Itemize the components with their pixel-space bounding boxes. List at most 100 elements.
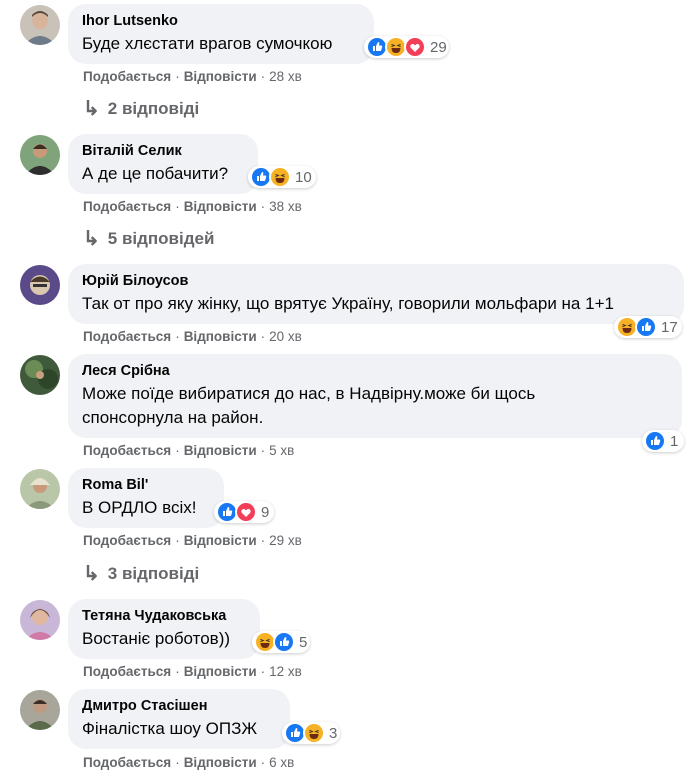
avatar[interactable]	[20, 135, 60, 175]
haha-reaction-icon	[303, 722, 325, 744]
comment-author[interactable]: Леся Срібна	[82, 362, 668, 380]
timestamp[interactable]: 6 хв	[269, 755, 294, 770]
separator: ·	[260, 755, 266, 770]
like-link[interactable]: Подобається	[83, 69, 171, 84]
reactions-summary[interactable]: 10	[248, 166, 316, 188]
love-reaction-icon	[235, 501, 257, 523]
reply-link[interactable]: Відповісти	[184, 755, 257, 770]
comment-actions: Подобається · Відповісти · 28 хв	[83, 69, 302, 84]
reactions-summary[interactable]: 1	[642, 430, 684, 452]
like-link[interactable]: Подобається	[83, 533, 171, 548]
view-replies-link[interactable]: ↳ 2 відповіді	[83, 96, 199, 121]
comment-actions: Подобається · Відповісти · 38 хв	[83, 199, 302, 214]
comment-bubble: Дмитро Стасішен Фіналістка шоу ОПЗЖ	[68, 689, 290, 749]
reply-link[interactable]: Відповісти	[184, 329, 257, 344]
timestamp[interactable]: 5 хв	[269, 443, 294, 458]
like-link[interactable]: Подобається	[83, 664, 171, 679]
view-replies-link[interactable]: ↳ 5 відповідей	[83, 226, 214, 251]
separator: ·	[260, 329, 266, 344]
separator: ·	[175, 329, 180, 344]
avatar[interactable]	[20, 265, 60, 305]
haha-reaction-icon	[269, 166, 291, 188]
comment-actions: Подобається · Відповісти · 12 хв	[83, 664, 302, 679]
comment-author[interactable]: Дмитро Стасішен	[82, 697, 276, 715]
comment-author[interactable]: Тетяна Чудаковська	[82, 607, 246, 625]
comment-text: спонсорнула на район.	[82, 408, 264, 427]
avatar[interactable]	[20, 355, 60, 395]
comment-text: Так от про яку жінку, що врятує Україну,…	[82, 294, 614, 313]
like-reaction-icon	[273, 631, 295, 653]
reply-link[interactable]: Відповісти	[184, 199, 257, 214]
comment-actions: Подобається · Відповісти · 6 хв	[83, 755, 294, 770]
comment-text: Може поїде вибиратися до нас, в Надвірну…	[82, 384, 536, 403]
timestamp[interactable]: 12 хв	[269, 664, 302, 679]
reply-arrow-icon: ↳	[83, 98, 100, 120]
reaction-count: 10	[295, 168, 312, 186]
reactions-summary[interactable]: 9	[214, 501, 274, 523]
separator: ·	[260, 533, 266, 548]
comment-text: В ОРДЛО всіх!	[82, 498, 197, 517]
comment-actions: Подобається · Відповісти · 5 хв	[83, 443, 294, 458]
reaction-count: 29	[430, 38, 447, 56]
comment-author[interactable]: Юрій Білоусов	[82, 272, 670, 290]
reply-link[interactable]: Відповісти	[184, 533, 257, 548]
like-reaction-icon	[644, 430, 666, 452]
reactions-summary[interactable]: 29	[364, 36, 449, 58]
comment-text: Востаніє роботов))	[82, 629, 231, 648]
comment-bubble: Тетяна Чудаковська Востаніє роботов))	[68, 599, 260, 659]
separator: ·	[260, 443, 266, 458]
timestamp[interactable]: 20 хв	[269, 329, 302, 344]
avatar[interactable]	[20, 5, 60, 45]
avatar[interactable]	[20, 469, 60, 509]
comment-author[interactable]: Віталій Селик	[82, 142, 244, 160]
separator: ·	[175, 755, 180, 770]
reply-arrow-icon: ↳	[83, 228, 100, 250]
reactions-summary[interactable]: 3	[282, 722, 340, 744]
comment-bubble: Roma Bil' В ОРДЛО всіх!	[68, 468, 224, 528]
separator: ·	[175, 199, 180, 214]
view-replies-link[interactable]: ↳ 3 відповіді	[83, 561, 199, 586]
replies-label: 5 відповідей	[107, 228, 215, 248]
timestamp[interactable]: 28 хв	[269, 69, 302, 84]
like-link[interactable]: Подобається	[83, 329, 171, 344]
separator: ·	[175, 533, 180, 548]
comment-text: А де це побачити?	[82, 164, 229, 183]
like-link[interactable]: Подобається	[83, 755, 171, 770]
comment-text: Буде хлєстати врагов сумочкою	[82, 34, 333, 53]
reaction-count: 3	[329, 724, 338, 742]
avatar[interactable]	[20, 690, 60, 730]
comment-actions: Подобається · Відповісти · 20 хв	[83, 329, 302, 344]
reaction-count: 1	[670, 432, 679, 450]
comment-bubble: Віталій Селик А де це побачити?	[68, 134, 258, 194]
reaction-count: 9	[261, 503, 270, 521]
separator: ·	[260, 69, 266, 84]
comment-actions: Подобається · Відповісти · 29 хв	[83, 533, 302, 548]
comment-bubble: Ihor Lutsenko Буде хлєстати врагов сумоч…	[68, 4, 374, 64]
comment-author[interactable]: Ihor Lutsenko	[82, 12, 360, 30]
reactions-summary[interactable]: 5	[252, 631, 310, 653]
reaction-count: 17	[661, 318, 678, 336]
comment-text: Фіналістка шоу ОПЗЖ	[82, 719, 258, 738]
reply-arrow-icon: ↳	[83, 563, 100, 585]
comment-bubble: Юрій Білоусов Так от про яку жінку, що в…	[68, 264, 684, 324]
love-reaction-icon	[404, 36, 426, 58]
separator: ·	[175, 443, 180, 458]
avatar[interactable]	[20, 600, 60, 640]
comment-bubble: Леся Срібна Може поїде вибиратися до нас…	[68, 354, 682, 438]
like-link[interactable]: Подобається	[83, 443, 171, 458]
timestamp[interactable]: 29 хв	[269, 533, 302, 548]
reactions-summary[interactable]: 17	[614, 316, 682, 338]
like-link[interactable]: Подобається	[83, 199, 171, 214]
like-reaction-icon	[635, 316, 657, 338]
separator: ·	[260, 199, 266, 214]
separator: ·	[175, 69, 180, 84]
reply-link[interactable]: Відповісти	[184, 69, 257, 84]
reply-link[interactable]: Відповісти	[184, 664, 257, 679]
replies-label: 3 відповіді	[107, 563, 200, 583]
timestamp[interactable]: 38 хв	[269, 199, 302, 214]
reaction-count: 5	[299, 633, 308, 651]
separator: ·	[175, 664, 180, 679]
reply-link[interactable]: Відповісти	[184, 443, 257, 458]
comment-author[interactable]: Roma Bil'	[82, 476, 210, 494]
replies-label: 2 відповіді	[107, 98, 200, 118]
